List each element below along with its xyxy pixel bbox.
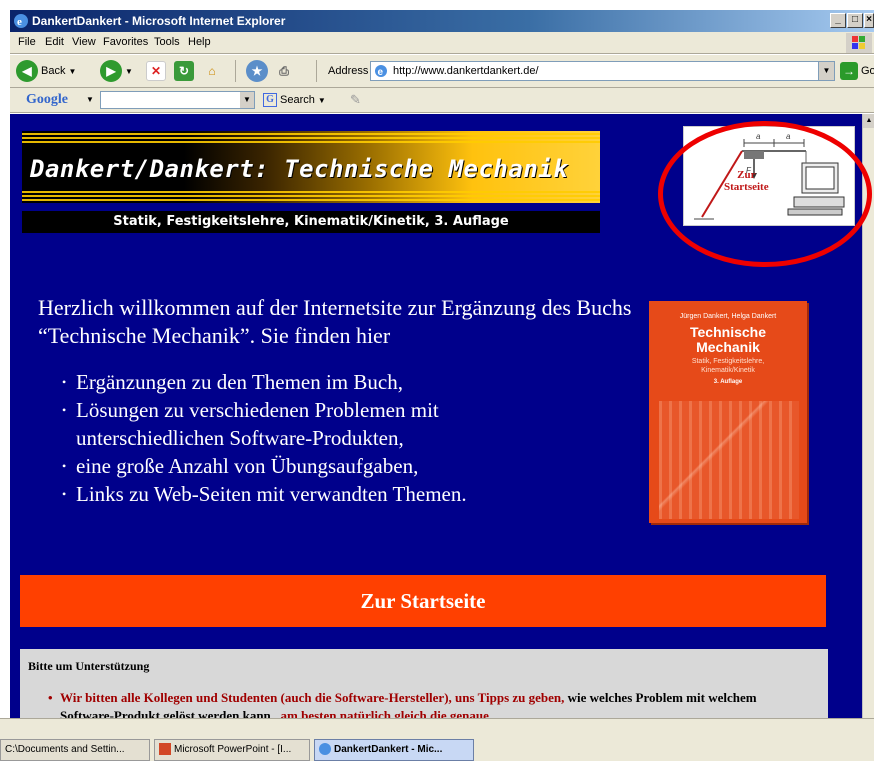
support-text-red: Wir bitten alle Kollegen und Studenten (… (60, 690, 565, 705)
address-value: http://www.dankertdankert.de/ (393, 65, 539, 77)
home-button[interactable]: ⌂ (202, 59, 222, 83)
toolbar-divider (316, 60, 317, 82)
banner-stripes (22, 133, 600, 143)
address-field[interactable]: e http://www.dankertdankert.de/ ▼ (370, 61, 835, 81)
stop-button[interactable]: ✕ (146, 59, 166, 83)
taskbar-item-ie[interactable]: DankertDankert - Mic... (314, 739, 474, 761)
svg-text:e: e (17, 16, 22, 28)
book-title: Technische Mechanik (649, 325, 807, 355)
taskbar-item-explorer[interactable]: C:\Documents and Settin... (0, 739, 150, 761)
minimize-button[interactable]: _ (830, 13, 846, 28)
window-title: DankertDankert - Microsoft Internet Expl… (32, 14, 286, 28)
google-toolbar: Google ▼ ▼ G Search ▼ ✎ (10, 88, 874, 113)
book-subtitle-line-1: Statik, Festigkeitslehre, (691, 358, 765, 365)
refresh-button[interactable]: ↻ (174, 59, 194, 83)
support-text-red: , am besten natürlich gleich die genaue (274, 708, 489, 718)
taskbar-item-label: C:\Documents and Settin... (5, 744, 125, 755)
list-item: Lösungen zu verschiedenen Problemen mit (62, 396, 467, 424)
list-item-continuation: unterschiedlichen Software-Produkten, (76, 426, 404, 450)
ie-icon (319, 743, 331, 756)
chevron-down-icon: ▼ (125, 66, 133, 76)
pencil-icon[interactable]: ✎ (350, 92, 361, 108)
google-search-label: Search (280, 94, 315, 106)
chevron-down-icon: ▼ (68, 66, 77, 76)
taskbar-item-powerpoint[interactable]: Microsoft PowerPoint - [I... (154, 739, 310, 761)
taskbar: C:\Documents and Settin... Microsoft Pow… (0, 718, 874, 761)
standard-toolbar: ◀ Back ▼ ▶ ▼ ✕ ↻ ⌂ ★ ⎙ Address e http://… (10, 55, 874, 88)
back-button[interactable]: ◀ Back ▼ (16, 59, 76, 83)
book-subtitle: Statik, Festigkeitslehre, Kinematik/Kine… (649, 357, 807, 375)
list-item: Links zu Web-Seiten mit verwandten Theme… (62, 480, 467, 508)
forward-button[interactable]: ▶ ▼ (100, 59, 133, 83)
book-cover-illustration (659, 401, 799, 519)
windows-logo-icon (846, 33, 872, 53)
page-icon: e (375, 65, 387, 78)
taskbar-item-label: Microsoft PowerPoint - [I... (174, 744, 292, 755)
home-icon: ⌂ (208, 64, 216, 78)
ie-icon: e (14, 14, 28, 28)
go-label: Go (861, 65, 874, 77)
google-search-button[interactable]: G Search ▼ (263, 93, 326, 107)
banner-stripes (22, 191, 600, 201)
scroll-up-icon[interactable]: ▲ (863, 114, 874, 128)
powerpoint-icon (159, 743, 171, 756)
book-title-line-1: Technische (690, 324, 766, 340)
window-title-bar: e DankertDankert - Microsoft Internet Ex… (10, 10, 874, 32)
banner-title: Dankert/Dankert: Technische Mechanik (30, 155, 569, 183)
address-dropdown-icon[interactable]: ▼ (818, 62, 834, 80)
google-search-input[interactable]: ▼ (100, 91, 255, 109)
forward-arrow-icon: ▶ (100, 60, 122, 82)
book-cover-image: Jürgen Dankert, Helga Dankert Technische… (649, 301, 807, 523)
book-edition: 3. Auflage (713, 379, 743, 385)
chevron-down-icon[interactable]: ▼ (86, 95, 94, 104)
favorites-icon: ★ (246, 60, 268, 82)
maximize-button[interactable]: □ (847, 13, 863, 28)
google-logo[interactable]: Google (26, 92, 68, 108)
menu-bar: File Edit View Favorites Tools Help (10, 32, 874, 54)
taskbar-item-label: DankertDankert - Mic... (334, 744, 443, 755)
address-label: Address (328, 65, 369, 77)
menu-view[interactable]: View (72, 36, 96, 48)
menu-tools[interactable]: Tools (154, 36, 180, 48)
back-label: Back (41, 65, 66, 77)
banner-subtitle: Statik, Festigkeitslehre, Kinematik/Kine… (22, 211, 600, 233)
menu-file[interactable]: File (18, 36, 36, 48)
bullet-icon: • (48, 690, 53, 705)
feature-list: Ergänzungen zu den Themen im Buch, Lösun… (62, 368, 467, 508)
list-item: eine große Anzahl von Übungsaufgaben, (62, 452, 467, 480)
support-section: Bitte um Unterstützung • Wir bitten alle… (20, 649, 828, 718)
favorites-button[interactable]: ★ (246, 59, 268, 83)
support-heading: Bitte um Unterstützung (28, 659, 150, 673)
menu-help[interactable]: Help (188, 36, 211, 48)
site-banner: Dankert/Dankert: Technische Mechanik (22, 131, 600, 203)
menu-edit[interactable]: Edit (45, 36, 64, 48)
chevron-down-icon: ▼ (317, 95, 326, 105)
book-subtitle-line-2: Kinematik/Kinetik (701, 367, 755, 374)
support-paragraph: • Wir bitten alle Kollegen und Studenten… (48, 689, 800, 718)
book-authors: Jürgen Dankert, Helga Dankert (679, 313, 777, 320)
stop-icon: ✕ (146, 61, 166, 81)
printer-icon: ⎙ (279, 63, 289, 78)
book-title-line-2: Mechanik (696, 339, 760, 355)
print-button[interactable]: ⎙ (274, 59, 294, 83)
start-page-button[interactable]: Zur Startseite (20, 575, 826, 627)
welcome-text: Herzlich willkommen auf der Internetsite… (38, 295, 632, 348)
refresh-icon: ↻ (174, 61, 194, 81)
close-button[interactable]: × (864, 13, 874, 28)
back-arrow-icon: ◀ (16, 60, 38, 82)
highlight-circle (658, 121, 872, 267)
google-g-icon: G (263, 93, 277, 107)
svg-text:e: e (378, 67, 384, 78)
menu-favorites[interactable]: Favorites (103, 36, 148, 48)
chevron-down-icon[interactable]: ▼ (240, 92, 254, 108)
go-arrow-icon: → (840, 62, 858, 80)
list-item: Ergänzungen zu den Themen im Buch, (62, 368, 467, 396)
go-button[interactable]: → Go (840, 62, 874, 80)
toolbar-divider (235, 60, 236, 82)
